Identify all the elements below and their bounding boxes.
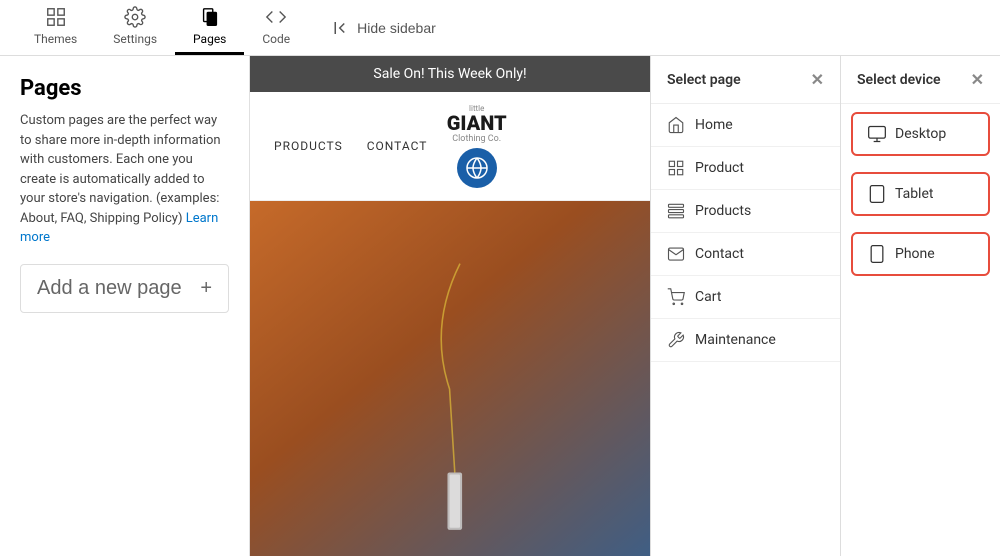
gear-icon bbox=[124, 6, 146, 28]
preview-banner: Sale On! This Week Only! bbox=[250, 56, 650, 92]
page-maintenance-label: Maintenance bbox=[695, 332, 776, 348]
toolbar-pages-label: Pages bbox=[193, 32, 226, 46]
left-sidebar: Pages Custom pages are the perfect way t… bbox=[0, 56, 250, 556]
phone-icon bbox=[867, 244, 887, 264]
page-home-label: Home bbox=[695, 117, 733, 133]
page-products-label: Products bbox=[695, 203, 751, 219]
products-icon bbox=[667, 202, 685, 220]
preview-nav: PRODUCTS CONTACT little GIANT Clothing C… bbox=[250, 92, 650, 201]
page-item-contact[interactable]: Contact bbox=[651, 233, 840, 276]
device-tablet[interactable]: Tablet bbox=[851, 172, 990, 216]
preview-nav-links: PRODUCTS CONTACT bbox=[274, 139, 427, 153]
toolbar-settings-label: Settings bbox=[113, 32, 157, 46]
necklace-background bbox=[250, 201, 650, 556]
page-contact-label: Contact bbox=[695, 246, 744, 262]
nav-products: PRODUCTS bbox=[274, 139, 343, 153]
product-image bbox=[250, 201, 650, 556]
select-device-header: Select device ✕ bbox=[841, 56, 1000, 104]
toolbar-item-code[interactable]: Code bbox=[244, 0, 308, 55]
select-device-close[interactable]: ✕ bbox=[971, 70, 984, 89]
main-area: Pages Custom pages are the perfect way t… bbox=[0, 56, 1000, 556]
add-page-button[interactable]: Add a new page + bbox=[20, 264, 229, 313]
product-icon bbox=[667, 159, 685, 177]
toolbar: Themes Settings Pages Code bbox=[0, 0, 1000, 56]
toolbar-item-themes[interactable]: Themes bbox=[16, 0, 95, 55]
select-page-header: Select page ✕ bbox=[651, 56, 840, 104]
page-item-products[interactable]: Products bbox=[651, 190, 840, 233]
toolbar-item-settings[interactable]: Settings bbox=[95, 0, 175, 55]
cart-icon bbox=[667, 288, 685, 306]
monitor-icon bbox=[867, 124, 887, 144]
page-item-cart[interactable]: Cart bbox=[651, 276, 840, 319]
logo-giant: GIANT bbox=[447, 111, 507, 135]
select-page-panel: Select page ✕ Home Product bbox=[650, 56, 840, 556]
toolbar-nav: Themes Settings Pages Code bbox=[16, 0, 308, 55]
toolbar-themes-label: Themes bbox=[34, 32, 77, 46]
device-desktop[interactable]: Desktop bbox=[851, 112, 990, 156]
sidebar-description: Custom pages are the perfect way to shar… bbox=[20, 111, 229, 248]
right-panels: Select page ✕ Home Product bbox=[650, 56, 1000, 556]
logo-image bbox=[457, 148, 497, 188]
select-device-title: Select device bbox=[857, 72, 941, 88]
page-item-maintenance[interactable]: Maintenance bbox=[651, 319, 840, 362]
preview-logo: little GIANT Clothing Co. bbox=[447, 104, 507, 188]
device-phone[interactable]: Phone bbox=[851, 232, 990, 276]
code-icon bbox=[265, 6, 287, 28]
select-device-panel: Select device ✕ Desktop Tablet Phone bbox=[840, 56, 1000, 556]
grid-icon bbox=[45, 6, 67, 28]
page-item-product[interactable]: Product bbox=[651, 147, 840, 190]
sidebar-title: Pages bbox=[20, 76, 229, 101]
tablet-icon bbox=[867, 184, 887, 204]
wrench-icon bbox=[667, 331, 685, 349]
page-item-home[interactable]: Home bbox=[651, 104, 840, 147]
hide-sidebar-icon bbox=[333, 19, 351, 37]
toolbar-code-label: Code bbox=[262, 32, 290, 46]
pages-icon bbox=[199, 6, 221, 28]
page-list: Home Product Products bbox=[651, 104, 840, 362]
necklace-svg bbox=[250, 201, 650, 556]
preview-hero: $39.95 VERTICAL BAR NECKLACE ROSE GOLD ▾… bbox=[250, 201, 650, 556]
logo-clothing: Clothing Co. bbox=[447, 134, 507, 144]
hide-sidebar-label: Hide sidebar bbox=[357, 20, 436, 36]
preview-frame: Sale On! This Week Only! PRODUCTS CONTAC… bbox=[250, 56, 650, 556]
page-cart-label: Cart bbox=[695, 289, 721, 305]
hide-sidebar-button[interactable]: Hide sidebar bbox=[325, 15, 444, 41]
add-icon: + bbox=[200, 277, 212, 300]
mail-icon bbox=[667, 245, 685, 263]
toolbar-item-pages[interactable]: Pages bbox=[175, 0, 244, 55]
device-phone-label: Phone bbox=[895, 246, 935, 262]
center-preview: Sale On! This Week Only! PRODUCTS CONTAC… bbox=[250, 56, 650, 556]
nav-contact: CONTACT bbox=[367, 139, 428, 153]
device-tablet-label: Tablet bbox=[895, 186, 933, 202]
add-page-label: Add a new page bbox=[37, 277, 182, 300]
select-page-close[interactable]: ✕ bbox=[811, 70, 824, 89]
page-product-label: Product bbox=[695, 160, 744, 176]
select-page-title: Select page bbox=[667, 72, 741, 88]
device-desktop-label: Desktop bbox=[895, 126, 946, 142]
home-icon bbox=[667, 116, 685, 134]
globe-icon bbox=[465, 156, 489, 180]
